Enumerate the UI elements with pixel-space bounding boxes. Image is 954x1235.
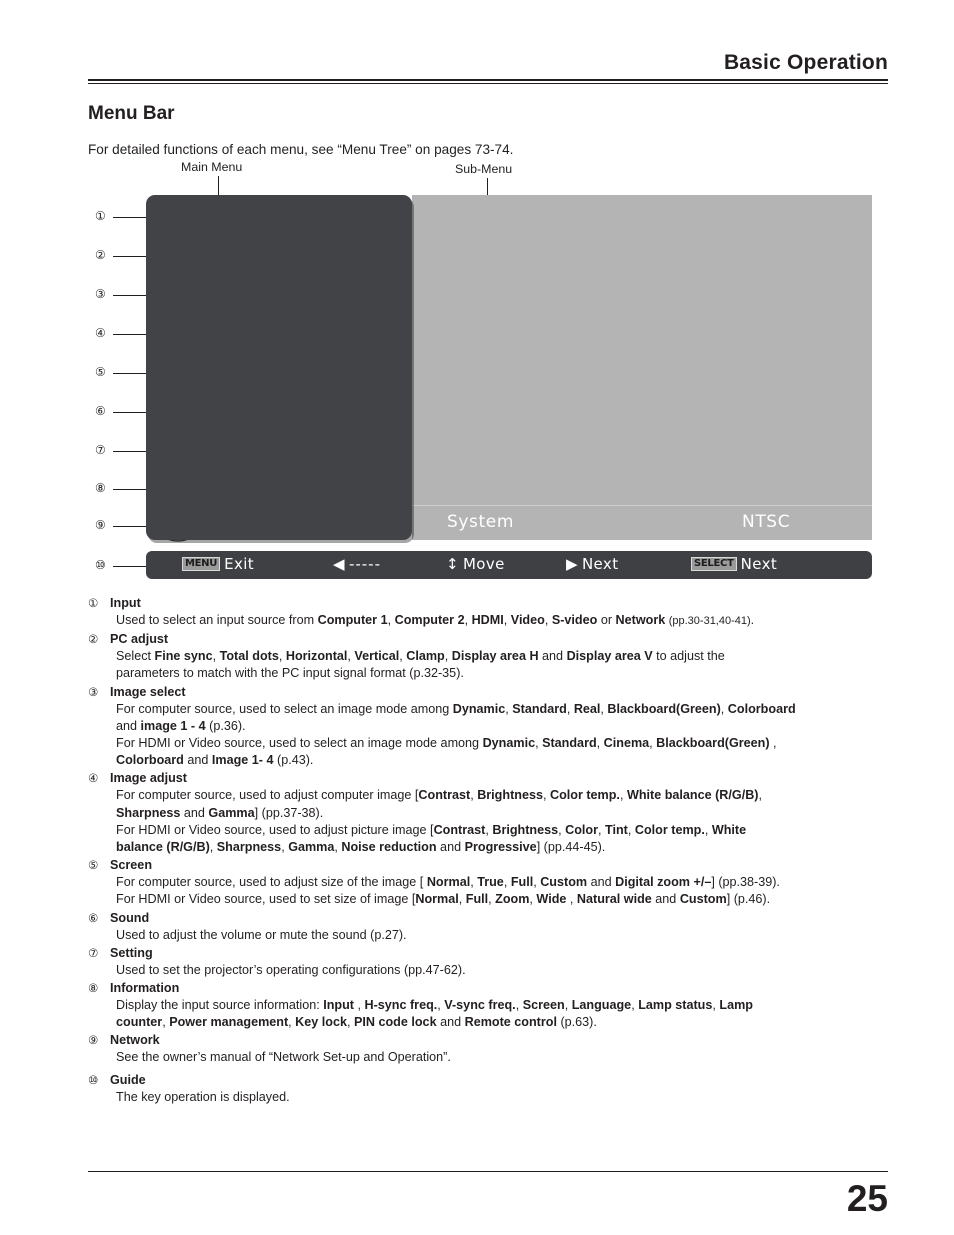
description-marker: ⑦	[88, 945, 99, 960]
osd-sub-panel	[412, 195, 872, 540]
description-marker: ⑥	[88, 910, 99, 925]
description-body: Used to adjust the volume or mute the so…	[116, 927, 407, 942]
description-body: Display the input source information: In…	[116, 998, 753, 1030]
description-body: Used to select an input source from Comp…	[116, 613, 755, 627]
guide-item-label: Next	[740, 555, 778, 573]
description-body: For computer source, used to select an i…	[116, 701, 796, 768]
intro-text: For detailed functions of each menu, see…	[88, 142, 514, 157]
guide-item-label: -----	[348, 555, 382, 573]
description-title: PC adjust	[110, 632, 169, 647]
callout-marker-8: ⑧	[95, 481, 106, 495]
header-rule-thick	[88, 79, 888, 81]
description-title: Information	[110, 981, 180, 996]
callout-marker-1: ①	[95, 209, 106, 223]
description-marker: ②	[88, 632, 99, 647]
callout-marker-10: ⑩	[95, 558, 106, 572]
guide-item-select-next[interactable]: SELECT Next	[691, 555, 777, 573]
description-title: Guide	[110, 1072, 146, 1087]
description-title: Network	[110, 1033, 160, 1048]
osd-system-label: System	[447, 512, 514, 532]
osd-guide-bar: MENU Exit ◀ ----- ↕ Move ▶ Next SELECT N…	[146, 551, 872, 579]
arrow-updown-icon: ↕	[446, 555, 459, 573]
description-body: Used to set the projector’s operating co…	[116, 962, 466, 977]
guide-item-label: Move	[462, 555, 505, 573]
guide-item-label: Exit	[224, 555, 255, 573]
description-title: Screen	[110, 858, 153, 873]
guide-item-next-arrow[interactable]: ▶ Next	[566, 555, 618, 573]
osd-screenshot: Input ❯ PC adjust	[146, 195, 872, 580]
callout-marker-3: ③	[95, 287, 106, 301]
callout-main-menu-label: Main Menu	[181, 160, 243, 174]
osd-system-value: NTSC	[742, 512, 791, 532]
description-heading: ② PC adjust	[88, 631, 888, 648]
osd-system-separator	[412, 505, 872, 506]
arrow-left-icon: ◀	[333, 555, 345, 573]
description-heading: ⑤ Screen	[88, 857, 888, 874]
description-body: For computer source, used to adjust comp…	[116, 788, 762, 855]
header-rule-thin	[88, 82, 888, 84]
description-heading: ⑦ Setting	[88, 945, 888, 962]
callout-marker-9: ⑨	[95, 518, 106, 532]
description-body: For computer source, used to adjust size…	[116, 875, 780, 907]
menu-keycap: MENU	[182, 557, 221, 571]
select-keycap: SELECT	[691, 557, 737, 571]
description-heading: ⑧ Information	[88, 980, 888, 997]
description-heading: ⑩ Guide	[88, 1072, 888, 1089]
description-marker: ③	[88, 684, 99, 699]
callout-marker-4: ④	[95, 326, 106, 340]
description-heading: ① Input	[88, 595, 888, 612]
page-title: Menu Bar	[88, 103, 175, 124]
osd-main-panel	[146, 195, 412, 540]
footer-rule	[88, 1171, 888, 1172]
guide-item-exit[interactable]: MENU Exit	[182, 555, 254, 573]
description-marker: ⑤	[88, 858, 99, 873]
osd-system-row[interactable]: System NTSC	[412, 508, 872, 540]
page-header: Basic Operation	[88, 50, 888, 84]
callout-marker-5: ⑤	[95, 365, 106, 379]
description-heading: ⑨ Network	[88, 1032, 888, 1049]
description-title: Image adjust	[110, 771, 187, 786]
description-title: Setting	[110, 945, 153, 960]
description-body: Select Fine sync, Total dots, Horizontal…	[116, 649, 725, 681]
description-marker: ⑨	[88, 1033, 99, 1048]
callout-marker-6: ⑥	[95, 404, 106, 418]
guide-item-dashes: ◀ -----	[333, 555, 381, 573]
description-heading: ④ Image adjust	[88, 770, 888, 787]
guide-item-move[interactable]: ↕ Move	[446, 555, 505, 573]
description-title: Sound	[110, 910, 150, 925]
description-marker: ⑧	[88, 981, 99, 996]
description-body: See the owner’s manual of “Network Set-u…	[116, 1050, 451, 1065]
description-title: Input	[110, 596, 141, 610]
description-body: The key operation is displayed.	[116, 1089, 290, 1104]
description-marker: ④	[88, 771, 99, 786]
description-list: ① Input Used to select an input source fro…	[88, 594, 888, 1106]
description-marker: ①	[88, 596, 99, 610]
description-heading: ③ Image select	[88, 684, 888, 701]
arrow-right-icon: ▶	[566, 555, 578, 573]
callout-sub-menu-label: Sub-Menu	[455, 162, 513, 176]
callout-marker-2: ②	[95, 248, 106, 262]
description-title: Image select	[110, 684, 186, 699]
header-title: Basic Operation	[723, 51, 888, 74]
description-marker: ⑩	[88, 1072, 99, 1087]
callout-marker-7: ⑦	[95, 443, 106, 457]
page-number: 25	[846, 1178, 888, 1219]
description-heading: ⑥ Sound	[88, 910, 888, 927]
guide-item-label: Next	[581, 555, 619, 573]
